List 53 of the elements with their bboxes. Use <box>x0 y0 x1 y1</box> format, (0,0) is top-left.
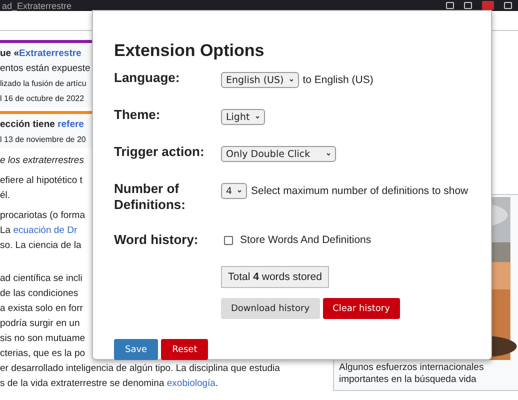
article-link[interactable]: Extraterrestre <box>19 48 82 59</box>
article-text: ad científica se incli <box>0 272 82 286</box>
option-label: Number of Definitions: <box>114 181 186 213</box>
article-text: ue «Extraterrestre <box>0 47 82 61</box>
option-label: Trigger action: <box>114 144 206 160</box>
toolbar-icon[interactable] <box>446 2 454 9</box>
article-text: a exista solo en forr <box>0 302 83 316</box>
option-label: Word history: <box>114 232 200 248</box>
checkbox[interactable] <box>224 236 233 244</box>
chevron-icon <box>326 152 331 156</box>
figure-caption: importantes en la búsqueda vida <box>338 374 478 385</box>
article-text: entos están expueste <box>0 62 90 76</box>
article-text: e los extraterrestres <box>0 154 84 168</box>
dropdown[interactable]: Only Double Click <box>221 146 336 162</box>
word-count: Total 4 words stored <box>221 266 329 288</box>
chevron-icon <box>237 188 242 194</box>
action-button[interactable]: Download history <box>221 298 320 319</box>
option-note: Select maximum number of definitions to show <box>251 185 468 197</box>
article-text: podría surgir en un <box>0 317 80 331</box>
toolbar-icon[interactable] <box>464 2 472 9</box>
article-text: efiere al hipotético t <box>0 174 82 188</box>
dropdown[interactable]: 4 <box>221 183 248 199</box>
chevron-icon <box>254 114 260 120</box>
figure-caption: Algunos esfuerzos internacionales <box>338 362 485 374</box>
article-text: ección tiene refere <box>0 118 84 132</box>
article-text: de las condiciones <box>0 287 78 301</box>
dropdown[interactable]: Light <box>221 109 265 125</box>
chevron-icon <box>288 78 294 82</box>
options-title: Extension Options <box>114 41 266 61</box>
article-text: l 16 de octubre de 2022 <box>0 93 84 105</box>
article-text: La ecuación de Dr <box>0 224 78 238</box>
article-text: s de la vida extraterrestre se denomina exobiología. <box>0 377 218 391</box>
article-text: sis no son mutuame <box>0 332 86 346</box>
tab-title[interactable]: ad_Extraterrestre <box>2 0 72 10</box>
article-text: l 13 de noviembre de 20 <box>0 134 86 146</box>
article-text: so. La ciencia de la <box>0 239 82 253</box>
action-button[interactable]: Clear history <box>322 298 400 319</box>
toolbar-icon[interactable] <box>504 2 512 9</box>
article-text: procariotas (o forma <box>0 209 86 223</box>
option-note: to English (US) <box>302 74 374 86</box>
option-label: Theme: <box>114 107 162 123</box>
article-text: cterias, que es la po <box>0 347 86 361</box>
checkbox-label[interactable]: Store Words And Definitions <box>240 234 372 246</box>
dropdown[interactable]: English (US) <box>221 72 299 88</box>
action-button[interactable]: Reset <box>161 339 208 360</box>
action-button[interactable]: Save <box>114 339 158 360</box>
article-text: él. <box>0 189 10 203</box>
article-text: lizado la fusión de artícu <box>0 78 86 90</box>
option-label: Language: <box>114 70 181 86</box>
article-link[interactable]: refere <box>58 119 84 130</box>
article-link[interactable]: exobiología <box>166 378 216 389</box>
article-text: er desarrollado inteligencia de algún tipo. La disciplina que estudia <box>0 362 280 376</box>
article-link[interactable]: ecuación de Dr <box>13 225 78 236</box>
